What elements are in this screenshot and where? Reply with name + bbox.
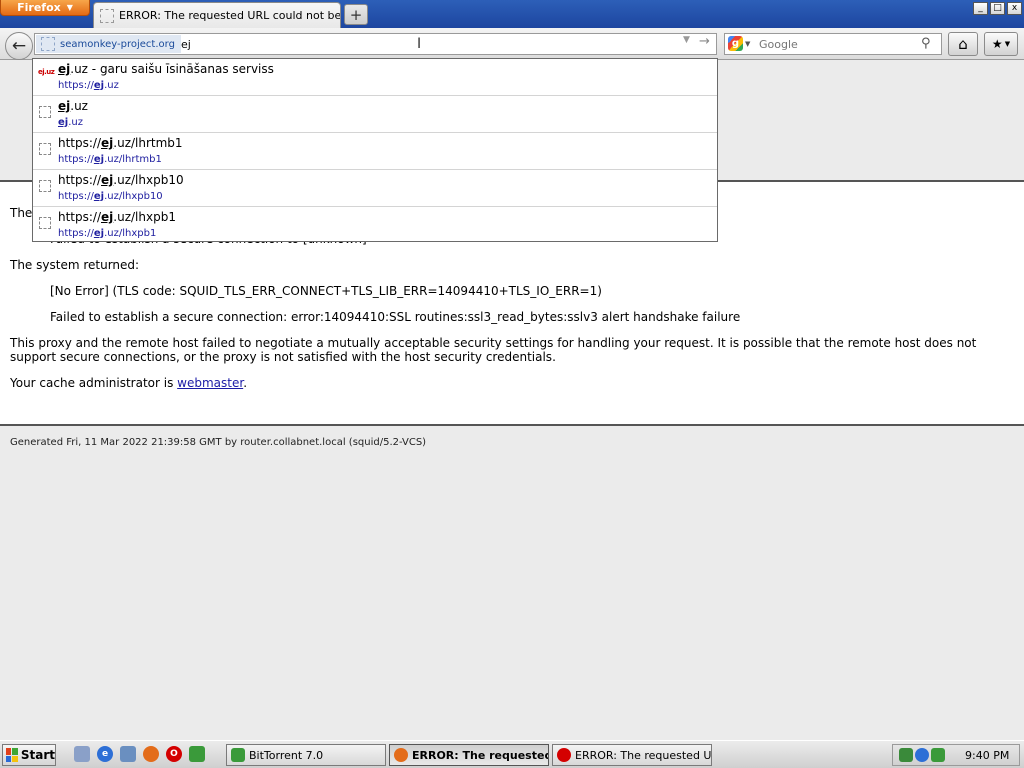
blank-page-icon (39, 217, 51, 229)
start-label: Start (20, 748, 55, 762)
autocomplete-title: ej.uz (58, 99, 88, 113)
autocomplete-url: https://ej.uz/lhrtmb1 (58, 154, 162, 165)
admin-prefix: Your cache administrator is (10, 376, 178, 390)
dropdown-arrow-icon: ▼ (745, 39, 751, 48)
autocomplete-title: https://ej.uz/lhrtmb1 (58, 136, 183, 150)
network-status-icon[interactable] (899, 748, 913, 762)
autocomplete-url: https://ej.uz (58, 80, 119, 91)
clock[interactable]: 9:40 PM (965, 749, 1009, 762)
opera-icon (557, 748, 571, 762)
taskbar: Start e O BitTorrent 7.0 ERROR: The requ… (0, 740, 1024, 768)
blank-page-icon (39, 106, 51, 118)
autocomplete-url: https://ej.uz/lhxpb10 (58, 191, 163, 202)
blank-page-icon (41, 37, 55, 51)
network-icon[interactable] (120, 746, 136, 762)
bookmarks-menu-button[interactable]: ★ ▼ (984, 32, 1018, 56)
show-desktop-icon[interactable] (74, 746, 90, 762)
history-dropdown-icon[interactable]: ▼ (683, 35, 690, 45)
admin-line: Your cache administrator is webmaster. (10, 376, 247, 390)
bookmark-star-icon: ★ (991, 37, 1003, 51)
firefox-icon[interactable] (143, 746, 159, 762)
ssl-error-line: Failed to establish a secure connection:… (50, 310, 741, 324)
autocomplete-item[interactable]: ej.uz ej.uz (33, 96, 717, 133)
autocomplete-url: ej.uz (58, 117, 83, 128)
search-bar[interactable]: g ▼ ⚲ (724, 33, 942, 55)
google-icon: g (728, 36, 743, 51)
opera-icon[interactable]: O (166, 746, 182, 762)
url-autocomplete-popup: ej.uz ej.uz - garu saišu īsināšanas serv… (32, 58, 718, 242)
system-tray: 9:40 PM (892, 744, 1020, 766)
autocomplete-item[interactable]: https://ej.uz/lhxpb10 https://ej.uz/lhxp… (33, 170, 717, 207)
dropdown-arrow-icon: ▼ (1004, 40, 1011, 48)
home-button[interactable]: ⌂ (948, 32, 978, 56)
task-label: ERROR: The requested U... (575, 748, 712, 762)
magnifier-icon[interactable]: ⚲ (921, 36, 931, 51)
footer-text: Generated Fri, 11 Mar 2022 21:39:58 GMT … (10, 437, 427, 448)
url-input[interactable] (181, 36, 651, 52)
task-label: BitTorrent 7.0 (249, 748, 324, 762)
error-code-line: [No Error] (TLS code: SQUID_TLS_ERR_CONN… (50, 284, 602, 298)
new-tab-button[interactable]: + (344, 4, 368, 25)
back-arrow-icon: ← (11, 36, 27, 56)
partial-intro-text: The (10, 206, 33, 220)
firefox-menu-label: Firefox (17, 1, 61, 14)
firefox-icon (394, 748, 408, 762)
autocomplete-title: https://ej.uz/lhxpb1 (58, 210, 176, 224)
maximize-button[interactable]: □ (990, 2, 1005, 15)
tab-title: ERROR: The requested URL could not be re… (119, 9, 340, 22)
tray-app-icon[interactable] (915, 748, 929, 762)
ej-logo-icon: ej.uz (38, 68, 55, 76)
autocomplete-title: https://ej.uz/lhxpb10 (58, 173, 184, 187)
dropdown-arrow-icon: ▼ (66, 3, 73, 12)
webmaster-link[interactable]: webmaster (177, 376, 243, 390)
blank-page-icon (39, 143, 51, 155)
start-button[interactable]: Start (2, 744, 56, 766)
search-input[interactable] (759, 36, 909, 52)
autocomplete-title: ej.uz - garu saišu īsināšanas serviss (58, 62, 274, 76)
search-engine-button[interactable]: g ▼ (728, 36, 750, 51)
task-firefox[interactable]: ERROR: The requested... (389, 744, 549, 766)
autocomplete-url: https://ej.uz/lhxpb1 (58, 228, 157, 239)
bittorrent-icon (231, 748, 245, 762)
autocomplete-item[interactable]: https://ej.uz/lhxpb1 https://ej.uz/lhxpb… (33, 207, 717, 241)
task-bittorrent[interactable]: BitTorrent 7.0 (226, 744, 386, 766)
title-bar: Firefox ▼ ERROR: The requested URL could… (0, 0, 1024, 28)
task-label: ERROR: The requested... (412, 748, 548, 762)
bittorrent-icon[interactable] (189, 746, 205, 762)
task-opera[interactable]: ERROR: The requested U... (552, 744, 712, 766)
firefox-menu-button[interactable]: Firefox ▼ (0, 0, 90, 16)
bittorrent-tray-icon[interactable] (931, 748, 945, 762)
text-cursor-icon: I (417, 36, 422, 52)
url-bar[interactable]: seamonkey-project.org I ▼ → (34, 33, 717, 55)
explanation-paragraph: This proxy and the remote host failed to… (10, 336, 977, 364)
home-icon: ⌂ (958, 35, 968, 53)
blank-page-icon (100, 8, 114, 23)
blank-page-icon (39, 180, 51, 192)
internet-explorer-icon[interactable]: e (97, 746, 113, 762)
windows-logo-icon (6, 748, 18, 762)
system-returned-label: The system returned: (10, 258, 140, 272)
tab-active[interactable]: ERROR: The requested URL could not be re… (93, 2, 341, 28)
back-button[interactable]: ← (5, 32, 33, 60)
site-identity-button[interactable]: seamonkey-project.org (36, 35, 181, 53)
autocomplete-item[interactable]: ej.uz ej.uz - garu saišu īsināšanas serv… (33, 59, 717, 96)
admin-suffix: . (243, 376, 248, 390)
minimize-button[interactable]: _ (973, 2, 988, 15)
close-window-button[interactable]: x (1007, 2, 1022, 15)
bottom-divider (0, 424, 1024, 426)
go-arrow-icon[interactable]: → (699, 34, 710, 49)
navigation-toolbar: ← seamonkey-project.org I ▼ → g ▼ ⚲ ⌂ ★ … (0, 28, 1024, 60)
site-identity-label: seamonkey-project.org (60, 38, 175, 50)
autocomplete-item[interactable]: https://ej.uz/lhrtmb1 https://ej.uz/lhrt… (33, 133, 717, 170)
